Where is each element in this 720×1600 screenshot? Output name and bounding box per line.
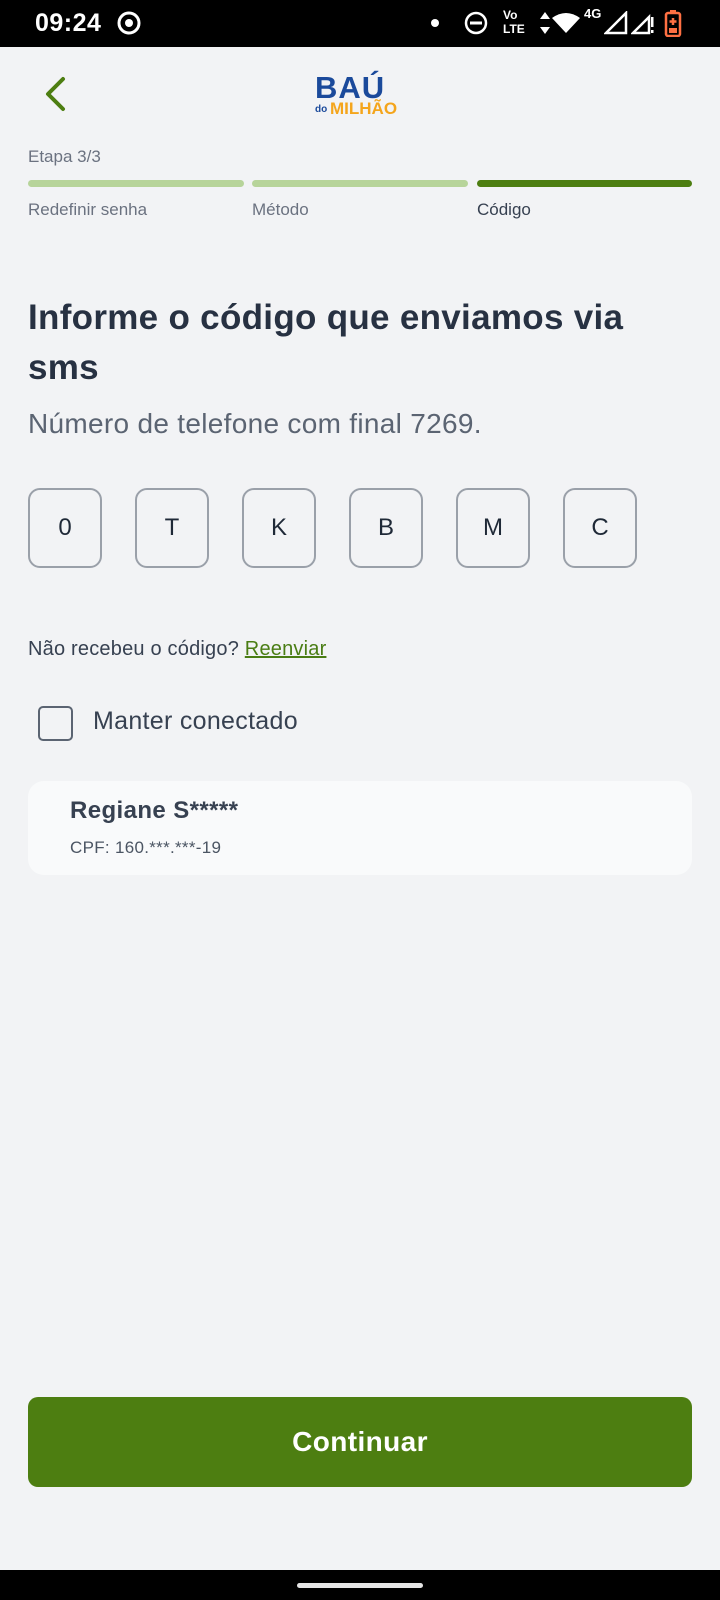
back-button[interactable]: [34, 70, 84, 120]
code-digit-5[interactable]: M: [456, 488, 530, 568]
record-icon: [117, 11, 141, 35]
user-card: Regiane S***** CPF: 160.***.***-19: [28, 781, 692, 875]
code-digit-2[interactable]: T: [135, 488, 209, 568]
user-cpf: CPF: 160.***.***-19: [70, 838, 222, 857]
keep-connected-label[interactable]: Manter conectado: [93, 707, 298, 736]
resend-link[interactable]: Reenviar: [245, 638, 327, 660]
code-digit-4[interactable]: B: [349, 488, 423, 568]
code-digit-1[interactable]: 0: [28, 488, 102, 568]
volte-label-bottom: LTE: [503, 22, 525, 36]
resend-prompt: Não recebeu o código?: [28, 638, 240, 660]
page-title: Informe o código que enviamos via sms: [28, 298, 624, 387]
step-name-3: Código: [477, 200, 531, 219]
volte-icon: Vo LTE: [503, 9, 531, 37]
step-counter: Etapa 3/3: [28, 147, 101, 166]
signal-icon: [604, 11, 628, 35]
step-name-2: Método: [252, 200, 309, 219]
logo: BAÚ do MILHÃO: [313, 72, 407, 119]
resend-row: Não recebeu o código? Reenviar: [28, 638, 326, 661]
home-gesture-handle[interactable]: [297, 1583, 423, 1588]
user-name: Regiane S*****: [70, 797, 239, 824]
step-bar-2: [252, 180, 468, 187]
keep-connected-checkbox[interactable]: [38, 706, 73, 741]
code-digit-6[interactable]: C: [563, 488, 637, 568]
chevron-left-icon: [46, 77, 65, 111]
do-not-disturb-icon: [464, 11, 488, 35]
battery-charging-icon: [664, 10, 682, 37]
signal-icon: [631, 13, 654, 35]
status-time: 09:24: [35, 9, 102, 37]
code-digit-3[interactable]: K: [242, 488, 316, 568]
header: BAÚ do MILHÃO: [0, 47, 720, 137]
wifi-icon: [552, 13, 580, 33]
network-type-label: 4G: [584, 6, 602, 21]
step-bar-3: [477, 180, 692, 187]
logo-small-text: do: [315, 104, 328, 115]
step-bar-1: [28, 180, 244, 187]
logo-bottom-text: MILHÃO: [330, 99, 398, 118]
status-bar: 09:24 Vo LTE 4G: [0, 0, 720, 47]
continue-button[interactable]: Continuar: [28, 1397, 692, 1487]
data-arrows-icon: [540, 12, 550, 34]
volte-label-top: Vo: [503, 8, 518, 22]
dot-icon: [431, 19, 439, 27]
navigation-bar: [0, 1570, 720, 1600]
page-subtitle: Número de telefone com final 7269.: [28, 408, 482, 439]
step-name-1: Redefinir senha: [28, 200, 148, 219]
